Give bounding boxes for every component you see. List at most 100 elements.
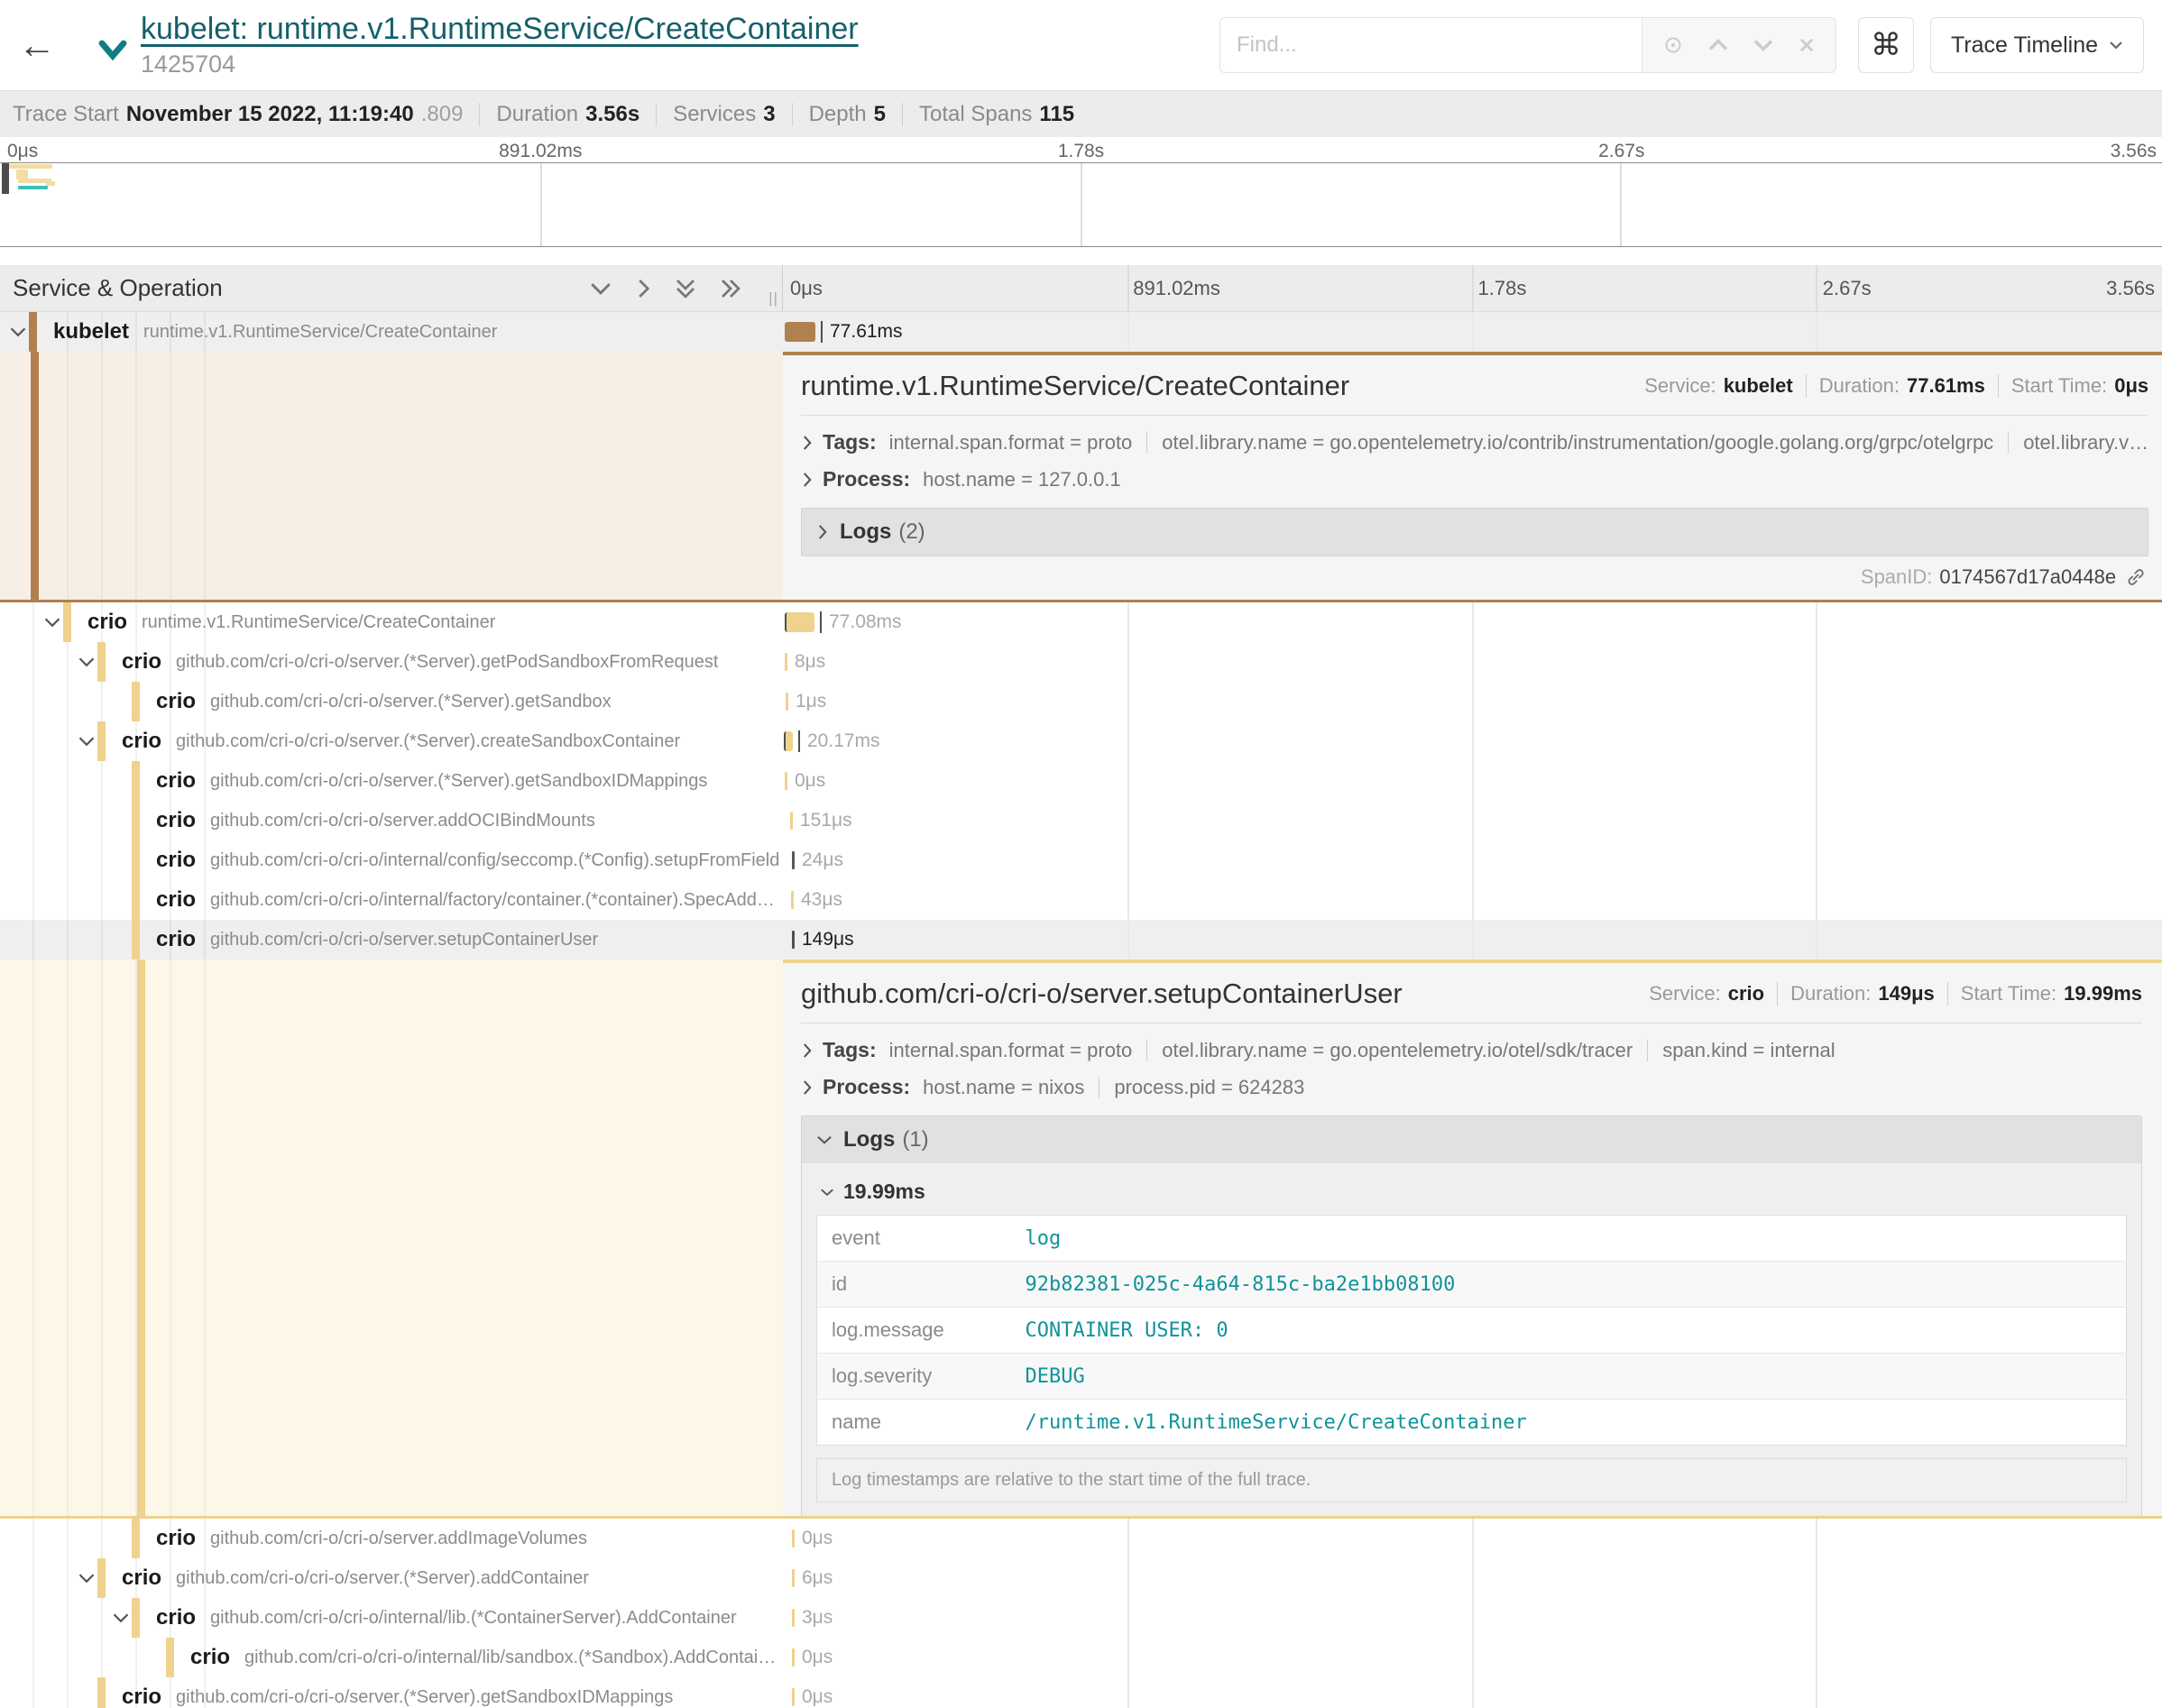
span-timeline-cell[interactable]: 0μs xyxy=(783,1638,2162,1677)
service-color-stripe xyxy=(97,1558,106,1598)
minimap-canvas[interactable] xyxy=(0,162,2162,247)
find-prev-icon[interactable] xyxy=(1707,38,1729,52)
duration-label: Duration xyxy=(496,102,578,127)
collapse-trace-header-icon[interactable] xyxy=(97,40,128,64)
back-button[interactable]: ← xyxy=(18,23,81,67)
chevron-down-icon xyxy=(820,1187,834,1198)
deep-link-icon[interactable] xyxy=(2125,566,2147,588)
span-row[interactable]: crio github.com/cri-o/cri-o/server.(*Ser… xyxy=(0,721,2162,761)
minimap-drag-handle[interactable] xyxy=(2,163,9,194)
span-row[interactable]: crio github.com/cri-o/cri-o/internal/lib… xyxy=(0,1598,2162,1638)
span-bar[interactable] xyxy=(792,1529,795,1547)
span-bar[interactable] xyxy=(792,1569,795,1587)
span-timeline-cell[interactable]: 24μs xyxy=(783,840,2162,880)
span-bar[interactable] xyxy=(792,1688,795,1706)
span-bar[interactable] xyxy=(785,322,815,342)
span-detail-kubelet: runtime.v1.RuntimeService/CreateContaine… xyxy=(0,352,2162,602)
span-row[interactable]: crio github.com/cri-o/cri-o/server.(*Ser… xyxy=(0,1558,2162,1598)
span-collapse-icon[interactable] xyxy=(7,325,29,339)
process-accordion[interactable]: Process: host.name = 127.0.0.1 xyxy=(801,467,2148,491)
span-row[interactable]: crio github.com/cri-o/cri-o/server.(*Ser… xyxy=(0,1677,2162,1708)
logs-count: (1) xyxy=(902,1127,928,1152)
chevron-right-icon xyxy=(801,435,814,451)
locate-span-icon[interactable] xyxy=(1662,34,1684,56)
tag-item: internal.span.format = proto xyxy=(889,431,1133,455)
span-timeline-cell[interactable]: 0μs xyxy=(783,1519,2162,1558)
span-row[interactable]: crio github.com/cri-o/cri-o/server.(*Ser… xyxy=(0,682,2162,721)
process-accordion[interactable]: Process: host.name = nixos process.pid =… xyxy=(801,1075,2142,1099)
logs-label: Logs xyxy=(843,1127,895,1152)
log-field-value: log xyxy=(1011,1216,2127,1262)
service-color-stripe xyxy=(97,1677,106,1708)
span-collapse-icon[interactable] xyxy=(41,615,63,629)
span-bar[interactable] xyxy=(784,731,793,751)
span-collapse-icon[interactable] xyxy=(76,734,97,748)
span-collapse-icon[interactable] xyxy=(76,1571,97,1585)
tag-item: otel.library.v… xyxy=(2023,431,2148,455)
span-bar[interactable] xyxy=(792,851,795,869)
span-bar[interactable] xyxy=(792,931,795,949)
tags-accordion[interactable]: Tags: internal.span.format = proto otel.… xyxy=(801,430,2148,455)
span-row[interactable]: crio github.com/cri-o/cri-o/internal/con… xyxy=(0,840,2162,880)
total-spans-value: 115 xyxy=(1039,102,1074,127)
span-bar[interactable] xyxy=(785,612,814,632)
span-bar[interactable] xyxy=(792,1648,795,1667)
collapse-all-icon[interactable] xyxy=(674,278,697,299)
minimap-span-mark xyxy=(9,164,52,169)
collapse-one-icon[interactable] xyxy=(589,280,612,298)
span-bar[interactable] xyxy=(785,653,787,671)
tag-item: otel.library.name = go.opentelemetry.io/… xyxy=(1162,431,1993,455)
log-field-value: CONTAINER USER: 0 xyxy=(1011,1308,2127,1354)
service-color-stripe xyxy=(166,1638,174,1677)
duration-value: 149μs xyxy=(1878,982,1934,1006)
span-bar[interactable] xyxy=(786,693,788,711)
keyboard-shortcuts-button[interactable]: ⌘ xyxy=(1858,17,1914,73)
span-collapse-icon[interactable] xyxy=(110,1611,132,1625)
span-timeline-cell[interactable]: 77.61ms xyxy=(783,312,2162,352)
find-next-icon[interactable] xyxy=(1753,38,1774,52)
expand-one-icon[interactable] xyxy=(634,278,652,299)
span-timeline-cell[interactable]: 6μs xyxy=(783,1558,2162,1598)
span-timeline-cell[interactable]: 77.08ms xyxy=(783,602,2162,642)
span-bar[interactable] xyxy=(785,772,787,790)
tags-accordion[interactable]: Tags: internal.span.format = proto otel.… xyxy=(801,1038,2142,1062)
span-row[interactable]: crio github.com/cri-o/cri-o/server.(*Ser… xyxy=(0,642,2162,682)
span-timeline-cell[interactable]: 149μs xyxy=(783,920,2162,960)
span-row[interactable]: crio github.com/cri-o/cri-o/server.addOC… xyxy=(0,801,2162,840)
span-timeline-cell[interactable]: 0μs xyxy=(783,761,2162,801)
find-input[interactable] xyxy=(1219,17,1642,73)
services-label: Services xyxy=(673,102,756,127)
span-timeline-cell[interactable]: 1μs xyxy=(783,682,2162,721)
span-row[interactable]: crio github.com/cri-o/cri-o/server.(*Ser… xyxy=(0,761,2162,801)
span-timeline-cell[interactable]: 20.17ms xyxy=(783,721,2162,761)
span-timeline-cell[interactable]: 0μs xyxy=(783,1677,2162,1708)
span-timeline-cell[interactable]: 151μs xyxy=(783,801,2162,840)
span-row-kubelet-createcontainer[interactable]: kubelet runtime.v1.RuntimeService/Create… xyxy=(0,312,2162,352)
span-row-setupcontaineruser[interactable]: crio github.com/cri-o/cri-o/server.setup… xyxy=(0,920,2162,960)
span-timeline-cell[interactable]: 43μs xyxy=(783,880,2162,920)
logs-accordion-header[interactable]: Logs (1) xyxy=(802,1116,2141,1163)
span-row[interactable]: crio github.com/cri-o/cri-o/internal/lib… xyxy=(0,1638,2162,1677)
column-resize-handle[interactable]: || xyxy=(768,289,778,308)
trace-view-selector[interactable]: Trace Timeline xyxy=(1930,17,2144,73)
find-clear-icon[interactable] xyxy=(1798,36,1816,54)
span-bar[interactable] xyxy=(792,1609,795,1627)
span-row[interactable]: crio github.com/cri-o/cri-o/internal/fac… xyxy=(0,880,2162,920)
start-time-value: 19.99ms xyxy=(2064,982,2142,1006)
span-row[interactable]: crio github.com/cri-o/cri-o/server.addIm… xyxy=(0,1519,2162,1558)
service-name: crio xyxy=(156,927,196,952)
expand-all-icon[interactable] xyxy=(719,278,742,299)
timeline-tick: 891.02ms xyxy=(1133,277,1220,300)
trace-view-label: Trace Timeline xyxy=(1951,32,2098,59)
timeline-tick: 1.78s xyxy=(1478,277,1527,300)
span-timeline-cell[interactable]: 3μs xyxy=(783,1598,2162,1638)
span-bar[interactable] xyxy=(790,812,793,830)
span-row[interactable]: crio runtime.v1.RuntimeService/CreateCon… xyxy=(0,602,2162,642)
log-entry-header[interactable]: 19.99ms xyxy=(820,1180,2127,1204)
span-collapse-icon[interactable] xyxy=(76,655,97,669)
logs-accordion-header[interactable]: Logs (2) xyxy=(802,509,2148,556)
span-timeline-cell[interactable]: 8μs xyxy=(783,642,2162,682)
trace-title-link[interactable]: kubelet: runtime.v1.RuntimeService/Creat… xyxy=(141,12,859,47)
span-bar[interactable] xyxy=(791,891,794,909)
chevron-right-icon xyxy=(801,1042,814,1059)
